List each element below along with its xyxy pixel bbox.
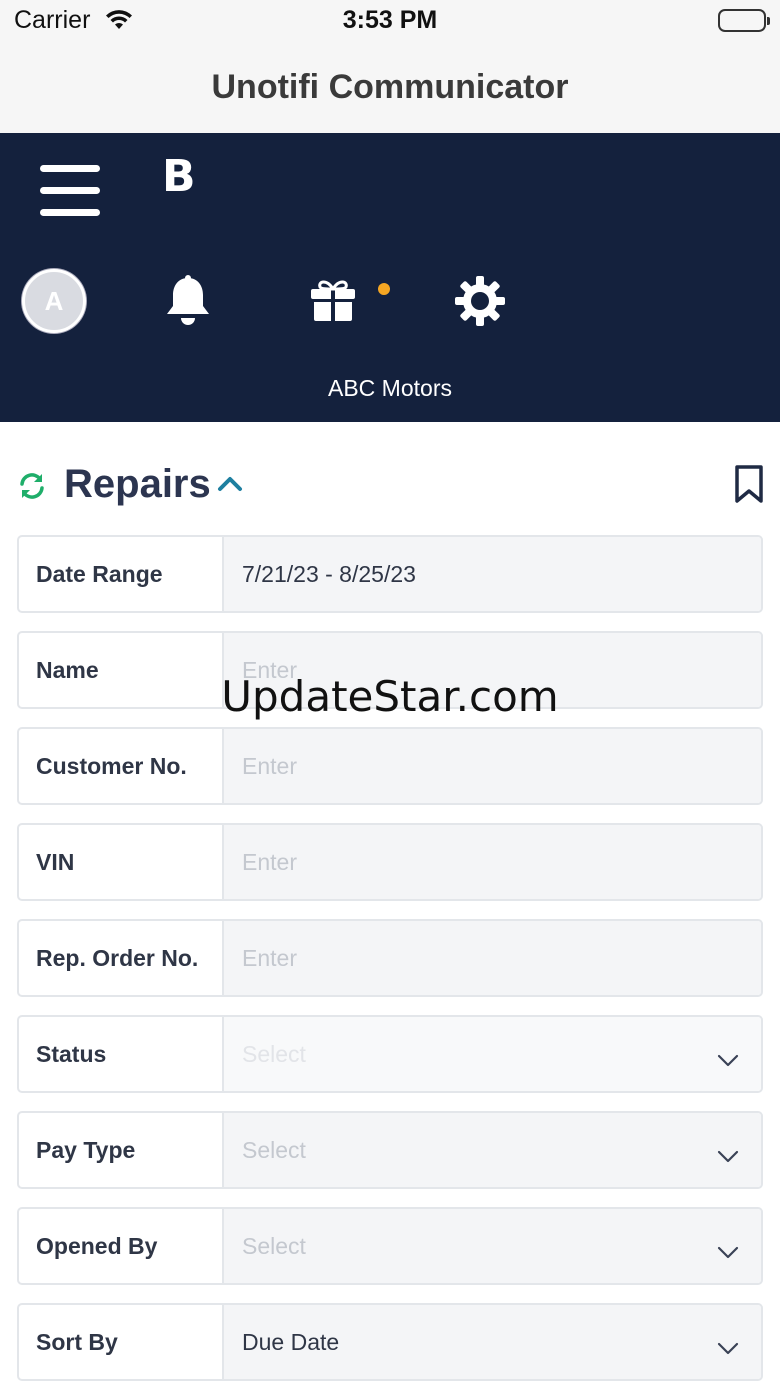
- customer-no-input[interactable]: Enter: [224, 729, 761, 803]
- field-label: Status: [19, 1017, 224, 1091]
- gift-icon[interactable]: [310, 277, 356, 323]
- app-title: Unotifi Communicator: [211, 68, 569, 106]
- app-header: B A ABC Motors: [0, 133, 780, 422]
- date-range-row: Date Range 7/21/23 - 8/25/23: [17, 535, 763, 613]
- chevron-down-icon: [717, 1335, 739, 1355]
- field-label: Pay Type: [19, 1113, 224, 1187]
- field-label: Name: [19, 633, 224, 707]
- chevron-up-icon[interactable]: [216, 474, 244, 494]
- vin-row: VIN Enter: [17, 823, 763, 901]
- bell-icon[interactable]: [164, 275, 212, 327]
- select-placeholder: Select: [242, 1040, 306, 1067]
- menu-icon[interactable]: [40, 165, 102, 217]
- field-label: VIN: [19, 825, 224, 899]
- sort-by-row: Sort By Due Date: [17, 1303, 763, 1381]
- notification-dot: [378, 283, 390, 295]
- field-label: Rep. Order No.: [19, 921, 224, 995]
- select-placeholder: Select: [242, 1136, 306, 1163]
- opened-by-select[interactable]: Select: [224, 1209, 761, 1283]
- field-label: Sort By: [19, 1305, 224, 1379]
- vin-input[interactable]: Enter: [224, 825, 761, 899]
- chevron-down-icon: [717, 1143, 739, 1163]
- nav-bar: Unotifi Communicator: [0, 44, 780, 133]
- battery-icon: [718, 9, 770, 32]
- refresh-icon[interactable]: [18, 472, 46, 500]
- field-label: Opened By: [19, 1209, 224, 1283]
- avatar[interactable]: A: [22, 269, 86, 333]
- pay-type-select[interactable]: Select: [224, 1113, 761, 1187]
- select-value: Due Date: [242, 1328, 340, 1355]
- customer-no-row: Customer No. Enter: [17, 727, 763, 805]
- name-row: Name Enter: [17, 631, 763, 709]
- status-bar: Carrier 3:53 PM: [0, 0, 780, 44]
- pay-type-row: Pay Type Select: [17, 1111, 763, 1189]
- brand-logo: B: [162, 151, 196, 202]
- clock: 3:53 PM: [342, 6, 438, 34]
- name-input[interactable]: Enter: [224, 633, 761, 707]
- section-header: Repairs: [0, 440, 780, 530]
- chevron-down-icon: [717, 1047, 739, 1067]
- select-placeholder: Select: [242, 1232, 306, 1259]
- status-row: Status Select: [17, 1015, 763, 1093]
- opened-by-row: Opened By Select: [17, 1207, 763, 1285]
- chevron-down-icon: [717, 1239, 739, 1259]
- gear-icon[interactable]: [454, 275, 506, 327]
- section-title: Repairs: [64, 462, 211, 506]
- rep-order-no-row: Rep. Order No. Enter: [17, 919, 763, 997]
- sort-by-select[interactable]: Due Date: [224, 1305, 761, 1379]
- rep-order-no-input[interactable]: Enter: [224, 921, 761, 995]
- date-range-input[interactable]: 7/21/23 - 8/25/23: [224, 537, 761, 611]
- field-label: Customer No.: [19, 729, 224, 803]
- field-label: Date Range: [19, 537, 224, 611]
- dealer-name: ABC Motors: [328, 375, 452, 401]
- status-select[interactable]: Select: [224, 1017, 761, 1091]
- bookmark-icon[interactable]: [734, 464, 764, 504]
